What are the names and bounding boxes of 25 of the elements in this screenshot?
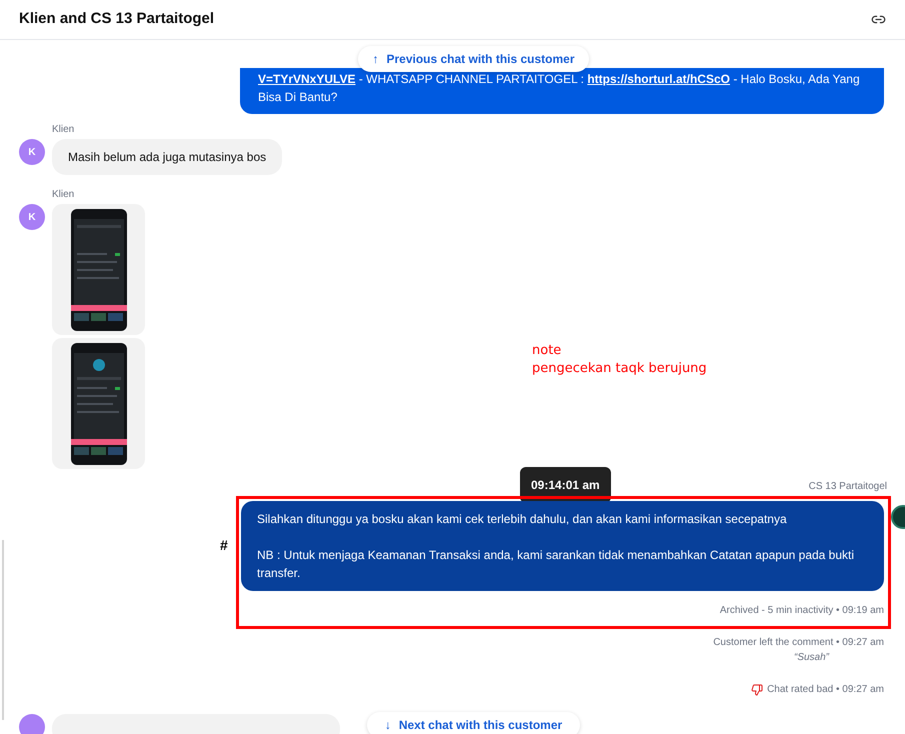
next-chat-button[interactable]: ↓ Next chat with this customer (366, 712, 580, 734)
message-link[interactable]: https://shorturl.at/hCScO (587, 72, 730, 86)
image-attachment[interactable] (52, 338, 145, 469)
note-text: note (532, 342, 562, 360)
note-text: pengecekan taqk berujung (532, 360, 707, 378)
message-text: V=TYrVNxYULVE - WHATSAPP CHANNEL PARTAITOGEL : https://shorturl.at/hCScO - Halo Bosku, Ada Yang Bisa Di Bantu? (258, 71, 861, 106)
sender-name: CS 13 Partaitogel (808, 480, 887, 494)
hash-mark: # (220, 536, 228, 555)
message-text: NB : Untuk menjaga Keamanan Transaksi anda, kami sarankan tidak menambahkan Catatan apapun pada bukti transfer. (257, 547, 856, 582)
message-link[interactable]: V=TYrVNxYULVE (258, 72, 356, 86)
sender-name: Klien (52, 188, 74, 202)
image-attachment[interactable] (52, 204, 145, 335)
sender-name: Klien (52, 123, 74, 137)
event-text: Chat rated bad • 09:27 am (767, 683, 884, 697)
event-text: Customer left the comment • 09:27 am (713, 636, 884, 650)
avatar: K (19, 204, 45, 230)
thumbs-down-icon (751, 684, 764, 696)
message-status: Archived - 5 min inactivity • 09:19 am (718, 604, 884, 618)
avatar: K (19, 139, 45, 165)
avatar (19, 714, 45, 734)
previous-chat-button[interactable]: ↑ Previous chat with this customer (358, 46, 589, 72)
chat-title: Klien and CS 13 Partaitogel (19, 9, 214, 30)
comment-text: “Susah” (794, 651, 829, 665)
message-text: Silahkan ditunggu ya bosku akan kami cek terlebih dahulu, dan akan kami informasikan secepatnya (257, 511, 788, 528)
message-bubble: Masih belum ada juga mutasinya bos (52, 139, 282, 175)
